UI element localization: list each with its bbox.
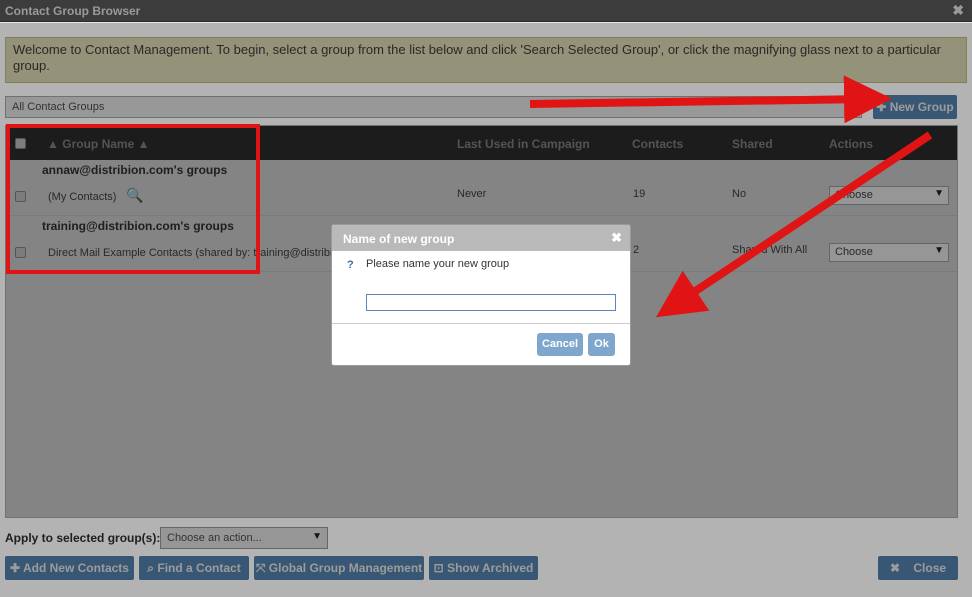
question-icon: ? xyxy=(347,259,354,271)
dialog-message: Please name your new group xyxy=(366,258,510,270)
dialog-divider xyxy=(332,323,630,324)
group-name-input[interactable] xyxy=(366,294,616,311)
dialog-titlebar: Name of new group ✖ xyxy=(332,225,630,251)
cancel-button[interactable]: Cancel xyxy=(537,333,583,356)
dialog-title: Name of new group xyxy=(343,232,455,246)
new-group-dialog: Name of new group ✖ ? Please name your n… xyxy=(331,224,631,366)
ok-button[interactable]: Ok xyxy=(588,333,615,356)
contact-group-browser-window: Contact Group Browser ✖ Welcome to Conta… xyxy=(0,0,972,597)
dialog-close-icon[interactable]: ✖ xyxy=(611,230,622,246)
annotation-arrow xyxy=(656,131,933,318)
annotation-arrow xyxy=(529,75,892,124)
